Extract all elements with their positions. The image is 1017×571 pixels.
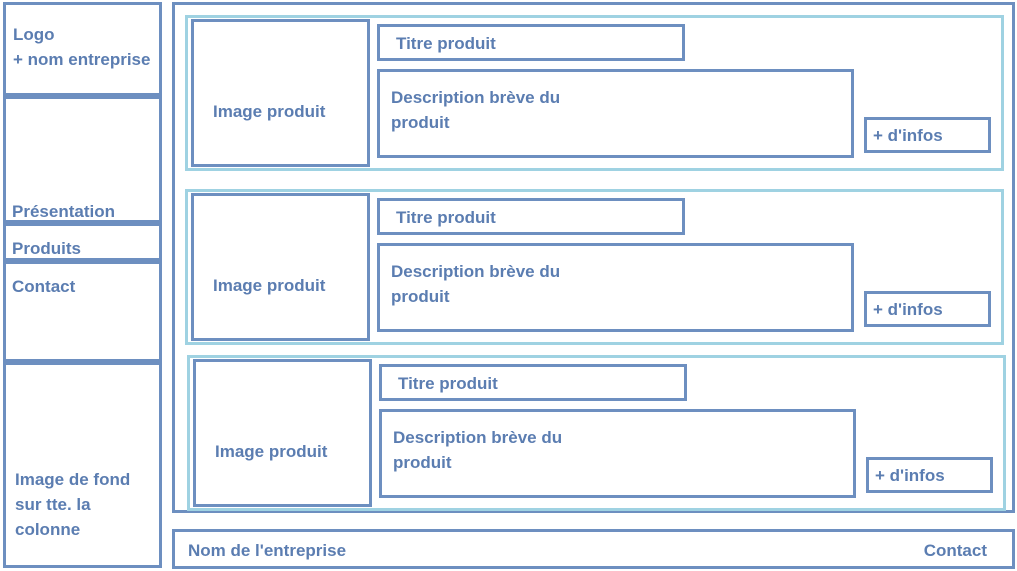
footer-contact-link[interactable]: Contact <box>924 538 987 563</box>
more-info-label: + d'infos <box>873 300 943 319</box>
product-description: Description brève du produit <box>377 243 854 332</box>
product-title: Titre produit <box>379 364 687 401</box>
product-title-label: Titre produit <box>396 208 496 227</box>
sidebar-item-contact[interactable]: Contact <box>3 261 162 362</box>
product-title-label: Titre produit <box>398 374 498 393</box>
more-info-button[interactable]: + d'infos <box>866 457 993 493</box>
sidebar-item-contact-label: Contact <box>12 277 76 296</box>
sidebar-background-image-area: Image de fond sur tte. la colonne <box>3 362 162 568</box>
product-description-label: Description brève du produit <box>391 262 561 306</box>
product-description: Description brève du produit <box>377 69 854 158</box>
product-image-label: Image produit <box>215 442 328 461</box>
logo-label: Logo + nom entreprise <box>13 25 151 69</box>
product-title-label: Titre produit <box>396 34 496 53</box>
product-description: Description brève du produit <box>379 409 856 498</box>
more-info-button[interactable]: + d'infos <box>864 291 991 327</box>
product-description-label: Description brève du produit <box>393 428 563 472</box>
product-title: Titre produit <box>377 24 685 61</box>
product-image[interactable]: Image produit <box>191 19 370 167</box>
sidebar-item-presentation-label: Présentation <box>12 202 115 221</box>
sidebar-item-produits[interactable]: Produits <box>3 223 162 261</box>
product-card: Image produit Titre produit Description … <box>187 355 1006 511</box>
more-info-label: + d'infos <box>873 126 943 145</box>
product-image[interactable]: Image produit <box>191 193 370 341</box>
sidebar-background-label: Image de fond sur tte. la colonne <box>15 470 131 539</box>
more-info-label: + d'infos <box>875 466 945 485</box>
product-image-label: Image produit <box>213 276 326 295</box>
footer: Nom de l'entreprise Contact <box>172 529 1015 569</box>
product-title: Titre produit <box>377 198 685 235</box>
sidebar-item-produits-label: Produits <box>12 239 81 258</box>
sidebar-logo-block[interactable]: Logo + nom entreprise <box>3 2 162 96</box>
product-card: Image produit Titre produit Description … <box>185 189 1004 345</box>
product-image-label: Image produit <box>213 102 326 121</box>
product-description-label: Description brève du produit <box>391 88 561 132</box>
footer-company-name: Nom de l'entreprise <box>188 541 347 560</box>
more-info-button[interactable]: + d'infos <box>864 117 991 153</box>
product-card: Image produit Titre produit Description … <box>185 15 1004 171</box>
product-image[interactable]: Image produit <box>193 359 372 507</box>
sidebar-item-presentation[interactable]: Présentation <box>3 96 162 223</box>
